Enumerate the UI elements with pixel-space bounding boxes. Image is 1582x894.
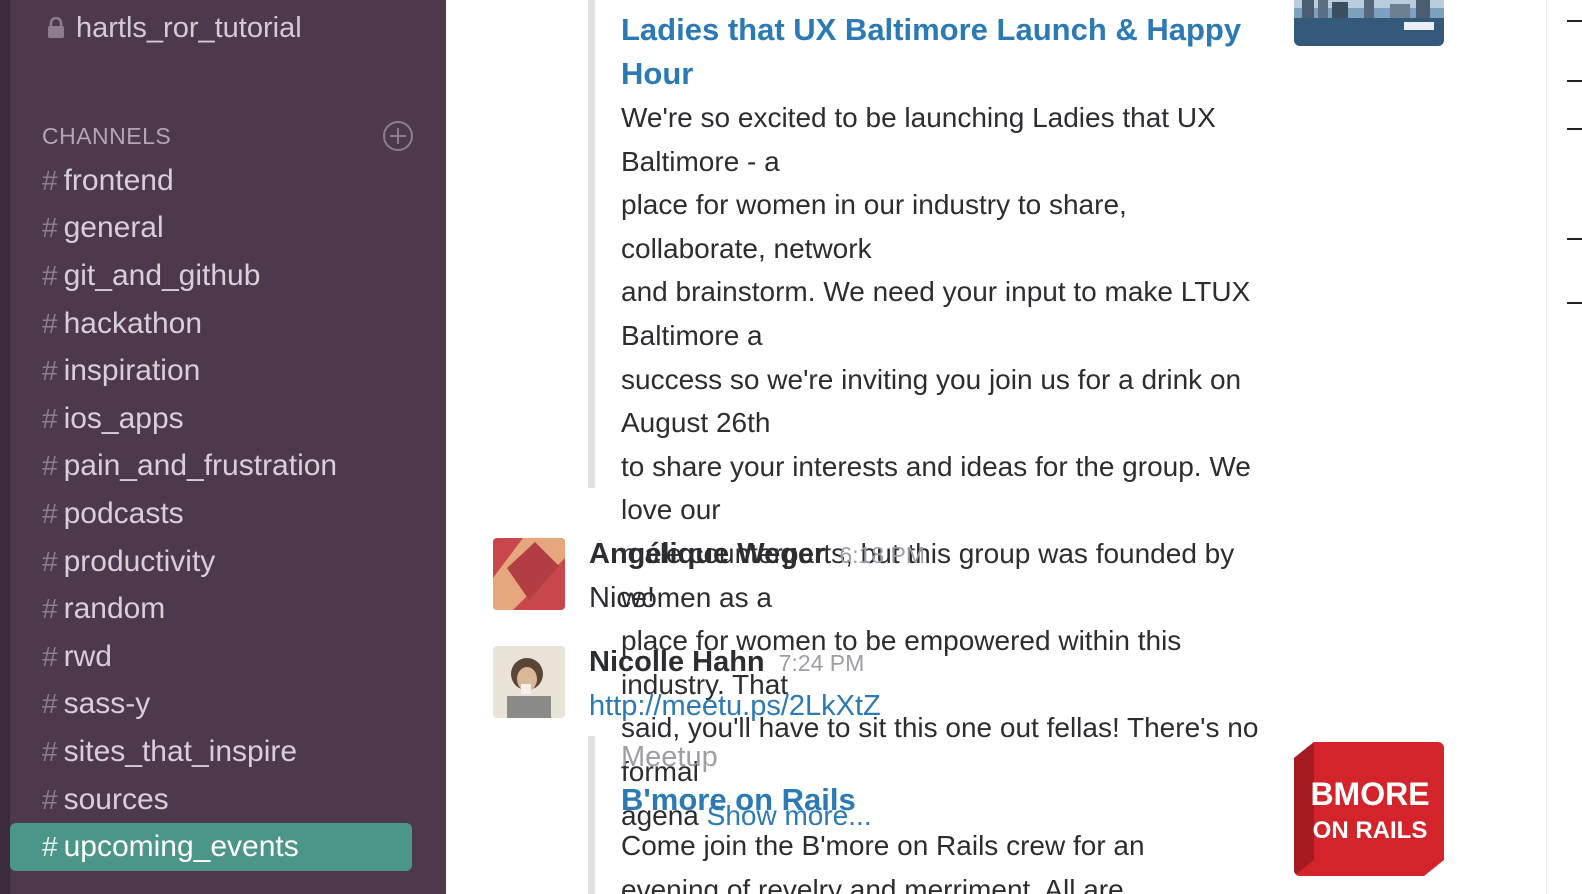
scroll-tick <box>1567 302 1582 304</box>
channels-header[interactable]: CHANNELS <box>42 123 171 150</box>
hash-icon: # <box>42 450 58 482</box>
sidebar-item-hackathon[interactable]: # hackathon <box>10 300 446 348</box>
channel-label: sites_that_inspire <box>63 734 298 768</box>
attachment-title[interactable]: B'more on Rails <box>621 778 1261 822</box>
attachment-body-line: Come join the B'more on Rails crew for a… <box>621 830 1145 861</box>
attachment-title-line: Hour <box>621 56 694 91</box>
message-header: Nicolle Hahn 7:24 PM <box>589 646 864 679</box>
hash-icon: # <box>42 640 58 672</box>
attachment-body-line: evening of revelry and merriment. All ar… <box>621 873 1124 894</box>
attachment-body-line: place for women in our industry to share… <box>621 189 1127 264</box>
sidebar-item-rwd[interactable]: # rwd <box>10 633 446 681</box>
channels-section-header: CHANNELS <box>42 118 414 154</box>
hash-icon: # <box>42 688 58 720</box>
sidebar-item-sites-that-inspire[interactable]: # sites_that_inspire <box>10 728 446 776</box>
channel-label: general <box>63 211 164 245</box>
sidebar-item-inspiration[interactable]: # inspiration <box>10 347 446 395</box>
sidebar-item-sass-y[interactable]: # sass-y <box>10 681 446 729</box>
attachment-body: We're so excited to be launching Ladies … <box>621 96 1261 837</box>
event-thumbnail[interactable] <box>1294 0 1444 46</box>
attachment-body-line: to share your interests and ideas for th… <box>621 450 1251 526</box>
avatar[interactable] <box>493 538 565 610</box>
attachment-title[interactable]: Ladies that UX Baltimore Launch & Happy … <box>621 8 1261 96</box>
logo-text: BMORE <box>1310 776 1429 812</box>
attachment-body-line: We're so excited to be launching Ladies … <box>621 102 1216 177</box>
author-name[interactable]: Angélique Weger <box>589 538 825 571</box>
sidebar-item-upcoming-events[interactable]: # upcoming_events <box>10 823 412 871</box>
attachment-body-line: success so we're inviting you join us fo… <box>621 363 1242 439</box>
hash-icon: # <box>42 212 58 244</box>
channel-label: sass-y <box>63 687 151 721</box>
channel-label: frontend <box>63 163 174 197</box>
sidebar-item-productivity[interactable]: # productivity <box>10 538 446 586</box>
sidebar: hartls_ror_tutorial CHANNELS # frontend #… <box>10 0 446 894</box>
hash-icon: # <box>42 783 58 815</box>
timestamp[interactable]: 7:24 PM <box>779 650 865 677</box>
hash-icon: # <box>42 497 58 529</box>
sidebar-item-frontend[interactable]: # frontend <box>10 157 446 205</box>
scrollbar[interactable] <box>1546 0 1582 894</box>
sidebar-item-podcasts[interactable]: # podcasts <box>10 490 446 538</box>
message-header: Angélique Weger 6:18 PM <box>589 538 925 571</box>
timestamp[interactable]: 6:18 PM <box>839 542 925 569</box>
hash-icon: # <box>42 593 58 625</box>
message-link[interactable]: http://meetu.ps/2LkXtZ <box>589 690 881 723</box>
channel-label: pain_and_frustration <box>63 449 338 483</box>
channel-label: podcasts <box>63 496 184 530</box>
sidebar-edge <box>0 0 10 894</box>
logo-text: ON RAILS <box>1313 817 1428 844</box>
channel-label: productivity <box>63 544 216 578</box>
message-text: Nice! <box>589 582 656 614</box>
hash-icon: # <box>42 355 58 387</box>
sidebar-item-sources[interactable]: # sources <box>10 776 446 824</box>
message-pane: Ladies that UX Baltimore Launch & Happy … <box>446 0 1546 894</box>
channel-label: hackathon <box>63 306 203 340</box>
sidebar-item-private-channel[interactable]: hartls_ror_tutorial <box>46 8 302 48</box>
hash-icon: # <box>42 545 58 577</box>
attachment-body-line: and brainstorm. We need your input to ma… <box>621 276 1251 351</box>
channel-label: random <box>63 592 166 626</box>
hash-icon: # <box>42 402 58 434</box>
hash-icon: # <box>42 831 58 863</box>
sidebar-item-ios-apps[interactable]: # ios_apps <box>10 395 446 443</box>
attachment-title-line: Ladies that UX Baltimore Launch & Happy <box>621 12 1242 47</box>
event-attachment: Ladies that UX Baltimore Launch & Happy … <box>588 0 1261 831</box>
attachment-service-name: Meetup <box>621 741 718 773</box>
channel-label: rwd <box>63 639 112 673</box>
add-channel-icon[interactable] <box>382 120 414 152</box>
scroll-tick <box>1567 128 1582 130</box>
scroll-tick <box>1567 238 1582 240</box>
scroll-tick <box>1567 80 1582 82</box>
hash-icon: # <box>42 735 58 767</box>
hash-icon: # <box>42 164 58 196</box>
sidebar-item-random[interactable]: # random <box>10 585 446 633</box>
attachment-body: Come join the B'more on Rails crew for a… <box>621 824 1261 894</box>
meetup-attachment: Meetup B'more on Rails Come join the B'm… <box>588 736 1261 894</box>
bmore-on-rails-logo[interactable]: BMORE ON RAILS <box>1294 742 1444 876</box>
channel-label: sources <box>63 782 169 816</box>
channel-label: ios_apps <box>63 401 184 435</box>
avatar[interactable] <box>493 646 565 718</box>
channel-label: git_and_github <box>63 258 261 292</box>
sidebar-item-pain-and-frustration[interactable]: # pain_and_frustration <box>10 443 446 491</box>
lock-icon <box>48 17 64 38</box>
sidebar-item-git-and-github[interactable]: # git_and_github <box>10 252 446 300</box>
sidebar-item-general[interactable]: # general <box>10 205 446 253</box>
avatar-image <box>493 538 565 610</box>
scroll-tick <box>1567 20 1582 22</box>
hash-icon: # <box>42 307 58 339</box>
author-name[interactable]: Nicolle Hahn <box>589 646 765 679</box>
private-channel-label: hartls_ror_tutorial <box>76 11 302 44</box>
hash-icon: # <box>42 259 58 291</box>
channel-label: upcoming_events <box>63 830 299 864</box>
channel-label: inspiration <box>63 354 201 388</box>
channel-list: # frontend # general # git_and_github # hack… <box>10 157 446 871</box>
avatar-image <box>493 646 565 718</box>
